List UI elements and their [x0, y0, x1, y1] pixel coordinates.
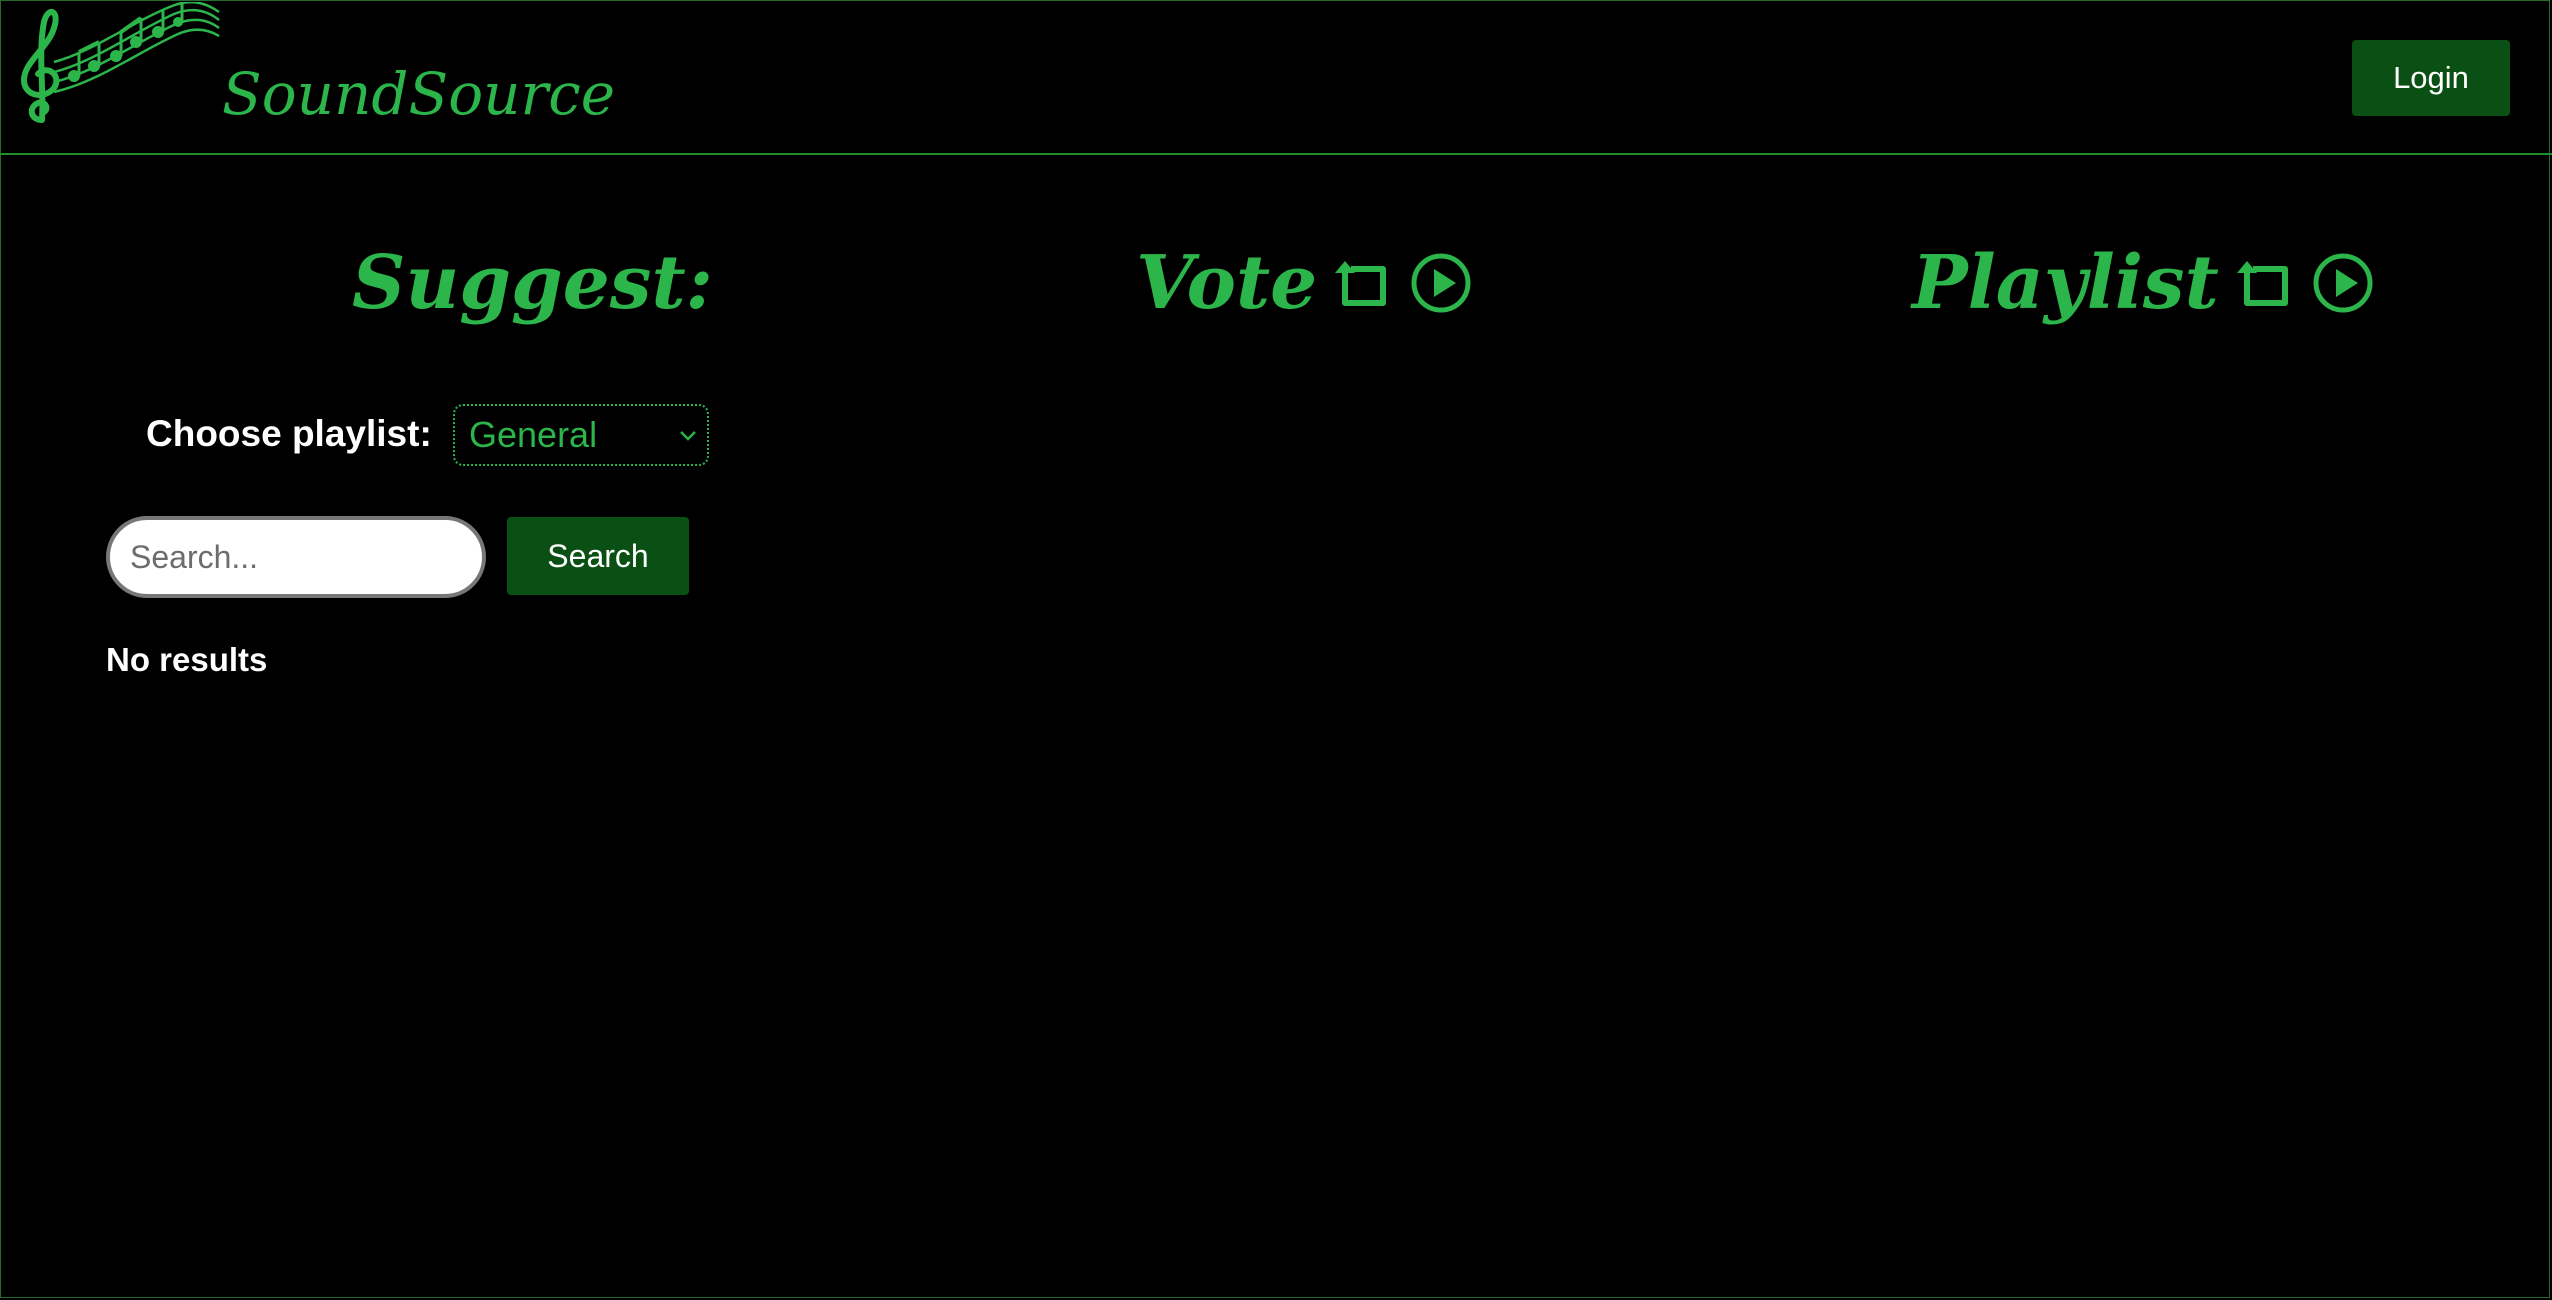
chevron-down-icon: [677, 424, 699, 446]
app-frame: [0, 0, 2550, 1298]
vote-title: Vote: [1136, 240, 1318, 326]
vote-heading: Vote: [1136, 240, 1473, 326]
search-input[interactable]: [106, 516, 486, 598]
brand-name: SoundSource: [222, 60, 616, 128]
vote-play-icon[interactable]: [1409, 251, 1473, 315]
suggest-title: Suggest:: [352, 240, 713, 326]
playlist-select-value: General: [469, 414, 598, 455]
login-button[interactable]: Login: [2352, 40, 2510, 116]
no-results-text: No results: [106, 641, 268, 678]
playlist-refresh-icon[interactable]: [2233, 251, 2297, 315]
header: SoundSource Login: [0, 0, 2552, 155]
suggest-heading: Suggest:: [352, 240, 713, 326]
choose-playlist-label: Choose playlist:: [146, 413, 432, 454]
vote-refresh-icon[interactable]: [1331, 251, 1395, 315]
treble-clef-logo-icon: [14, 0, 224, 127]
playlist-title: Playlist: [1912, 240, 2219, 326]
playlist-heading: Playlist: [1912, 240, 2375, 326]
playlist-select[interactable]: General: [453, 404, 709, 466]
search-button[interactable]: Search: [507, 517, 689, 595]
playlist-play-icon[interactable]: [2311, 251, 2375, 315]
